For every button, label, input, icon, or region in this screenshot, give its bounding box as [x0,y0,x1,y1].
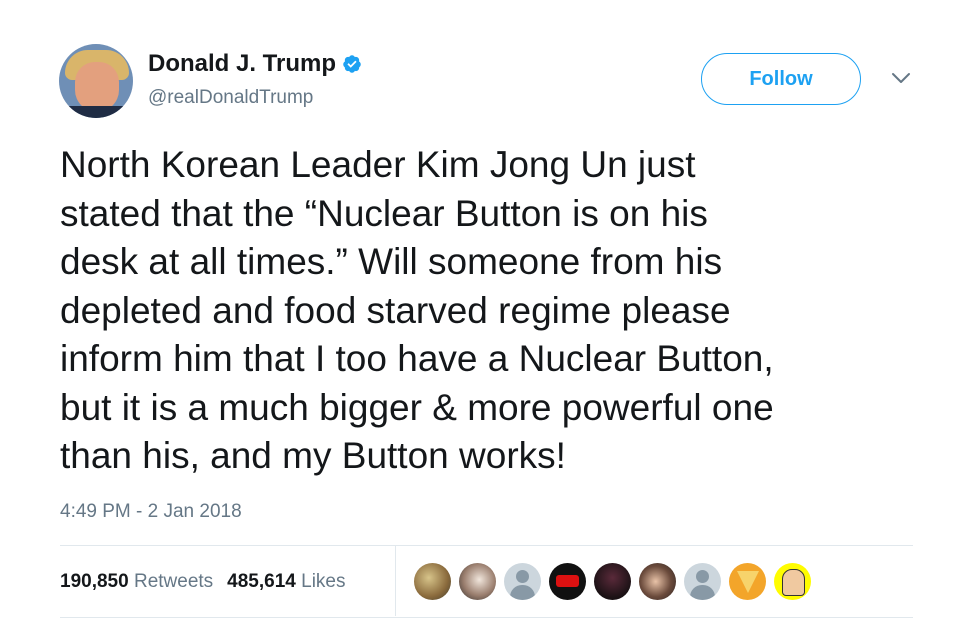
verified-badge-icon [343,55,361,73]
divider [60,545,913,546]
tweet-text: North Korean Leader Kim Jong Un just sta… [60,144,774,476]
likes-count: 485,614 [227,571,296,592]
default-avatar-head [696,570,709,583]
liker-avatar[interactable] [549,563,586,600]
chevron-down-icon[interactable] [890,70,912,86]
likes-label: Likes [301,571,346,592]
tweet-stats: 190,850 Retweets 485,614 Likes [60,571,346,593]
default-avatar-body [690,585,715,600]
liker-avatar[interactable] [414,563,451,600]
default-avatar-head [516,570,529,583]
author-name-row: Donald J. Trump [148,50,362,78]
liker-avatar[interactable] [774,563,811,600]
avatar-face [75,62,119,112]
author-avatar[interactable] [59,44,133,118]
stats-separator [395,546,396,616]
follow-button[interactable]: Follow [701,53,861,105]
retweets-count: 190,850 [60,571,129,592]
ghost-icon [782,569,805,596]
retweets-label: Retweets [133,571,214,592]
author-name[interactable]: Donald J. Trump [148,50,336,78]
liker-avatar-default[interactable] [504,563,541,600]
liker-avatar[interactable] [459,563,496,600]
default-avatar-body [510,585,535,600]
avatar-shirt [59,106,133,118]
likes-stat[interactable]: 485,614 Likes [227,571,345,593]
retweets-stat[interactable]: 190,850 Retweets [60,571,213,593]
tweet-timestamp[interactable]: 4:49 PM - 2 Jan 2018 [60,501,242,523]
pizza-icon [737,571,759,593]
likers-avatars [414,563,811,600]
liker-avatar[interactable] [594,563,631,600]
liker-avatar-default[interactable] [684,563,721,600]
liker-avatar[interactable] [639,563,676,600]
liker-avatar[interactable] [729,563,766,600]
divider [60,617,913,618]
liker-logo-icon [556,575,579,587]
author-handle[interactable]: @realDonaldTrump [148,87,313,109]
